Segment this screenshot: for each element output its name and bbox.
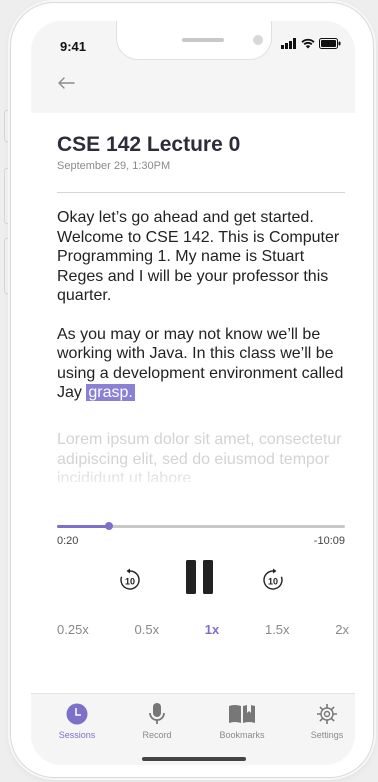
speaker-grille bbox=[182, 38, 224, 42]
rewind-10-button[interactable]: 10 bbox=[117, 567, 143, 593]
pause-button[interactable] bbox=[186, 560, 214, 594]
camera-dot bbox=[253, 35, 263, 45]
forward-10-button[interactable]: 10 bbox=[260, 567, 286, 593]
svg-text:10: 10 bbox=[125, 577, 135, 587]
tab-label: Settings bbox=[310, 730, 344, 740]
battery-icon bbox=[319, 38, 341, 49]
speed-option-active[interactable]: 1x bbox=[205, 622, 219, 637]
signal-icon bbox=[281, 38, 296, 49]
transcript: Okay let’s go ahead and get started. Wel… bbox=[57, 208, 349, 422]
status-time: 9:41 bbox=[60, 39, 87, 54]
screen: 9:41 CSE 142 Lecture 0 September 29, 1:3… bbox=[31, 21, 355, 765]
lecture-date: September 29, 1:30PM bbox=[57, 160, 171, 172]
status-icons bbox=[281, 38, 341, 49]
forward-10-icon: 10 bbox=[263, 568, 283, 590]
speed-option[interactable]: 0.25x bbox=[57, 622, 89, 637]
tab-settings[interactable]: Settings bbox=[295, 702, 355, 740]
divider bbox=[57, 192, 345, 193]
speed-option[interactable]: 2x bbox=[335, 622, 349, 637]
speed-option[interactable]: 1.5x bbox=[265, 622, 290, 637]
gear-icon bbox=[317, 704, 337, 724]
phone-frame: 9:41 CSE 142 Lecture 0 September 29, 1:3… bbox=[10, 2, 374, 778]
playback-speed-selector: 0.25x 0.5x 1x 1.5x 2x bbox=[57, 622, 349, 637]
notch bbox=[116, 21, 272, 60]
fade-mask bbox=[31, 466, 355, 496]
progress-knob[interactable] bbox=[104, 522, 113, 530]
tab-sessions[interactable]: Sessions bbox=[45, 702, 109, 740]
rewind-10-icon: 10 bbox=[120, 568, 140, 590]
transcript-paragraph: Okay let’s go ahead and get started. Wel… bbox=[57, 209, 340, 304]
microphone-icon bbox=[149, 703, 165, 724]
wifi-icon bbox=[301, 38, 315, 49]
tab-label: Bookmarks bbox=[219, 730, 265, 740]
pause-icon bbox=[186, 560, 213, 594]
home-indicator bbox=[142, 757, 246, 761]
tab-bar: Sessions Record Bookmarks Settings bbox=[31, 693, 355, 765]
elapsed-time: 0:20 bbox=[57, 535, 79, 547]
progress-fill bbox=[57, 525, 109, 528]
tab-record[interactable]: Record bbox=[125, 702, 189, 740]
progress-bar[interactable] bbox=[57, 522, 345, 530]
tab-label: Sessions bbox=[58, 730, 96, 740]
remaining-time: -10:09 bbox=[313, 535, 345, 547]
clock-icon bbox=[66, 703, 88, 725]
book-icon bbox=[229, 705, 255, 723]
lecture-title: CSE 142 Lecture 0 bbox=[57, 133, 241, 156]
transcript-paragraph: As you may or may not know we’ll be work… bbox=[57, 325, 349, 403]
svg-text:10: 10 bbox=[268, 577, 278, 587]
current-word-highlight: grasp. bbox=[86, 384, 135, 401]
tab-bookmarks[interactable]: Bookmarks bbox=[210, 702, 274, 740]
speed-option[interactable]: 0.5x bbox=[135, 622, 160, 637]
tab-label: Record bbox=[142, 730, 172, 740]
back-arrow-icon[interactable] bbox=[54, 71, 78, 95]
